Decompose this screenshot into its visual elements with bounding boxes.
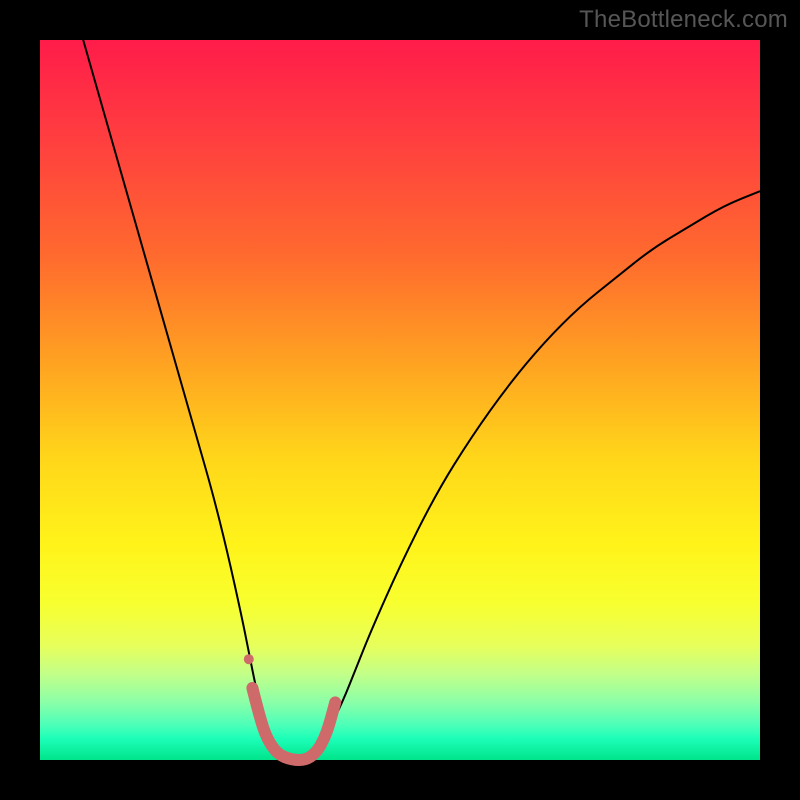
plot-area — [40, 40, 760, 760]
series-container — [83, 40, 760, 760]
marker-valley-dot — [244, 654, 254, 664]
series-valley-highlight — [252, 688, 335, 760]
chart-frame: TheBottleneck.com — [0, 0, 800, 800]
series-bottleneck-curve — [83, 40, 760, 760]
chart-svg — [40, 40, 760, 760]
watermark-text: TheBottleneck.com — [579, 6, 788, 34]
